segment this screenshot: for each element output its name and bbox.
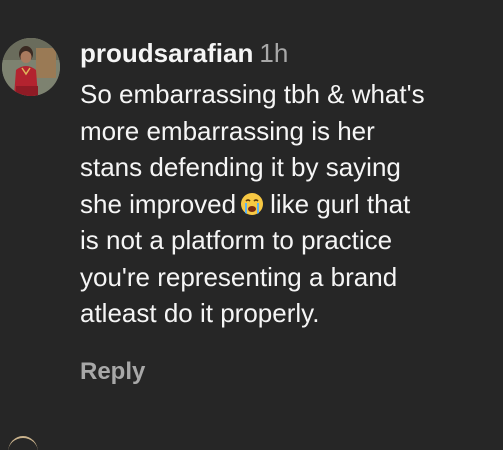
comment-line: is not a platform to practice [80, 225, 393, 255]
comment-header: proudsarafian 1h [80, 36, 495, 70]
comment-line: stans defending it by saying [80, 152, 401, 182]
comment-text: So embarrassing tbh & what's more embarr… [80, 76, 495, 332]
loudly-crying-face-icon [240, 189, 264, 215]
avatar[interactable] [2, 38, 60, 96]
avatar-image [2, 38, 60, 96]
comment-line: you're representing a brand [80, 261, 398, 292]
comment-line: more embarrassing is her [80, 115, 375, 146]
comment-line: atleast do it properly. [80, 298, 320, 328]
comment-line-segment: like gurl that [270, 188, 411, 219]
comment-item: proudsarafian 1h So embarrassing tbh & wh… [0, 0, 503, 450]
comment-timestamp: 1h [259, 38, 289, 68]
username-link[interactable]: proudsarafian [80, 38, 253, 68]
comment-line-segment: she improved [80, 188, 237, 219]
comment-line: she improved like gurl that [80, 186, 495, 223]
comment-body: proudsarafian 1h So embarrassing tbh & wh… [80, 36, 495, 332]
reply-button[interactable]: Reply [80, 358, 145, 386]
next-comment-avatar[interactable] [8, 436, 38, 450]
comment-line: So embarrassing tbh & what's [80, 79, 425, 109]
